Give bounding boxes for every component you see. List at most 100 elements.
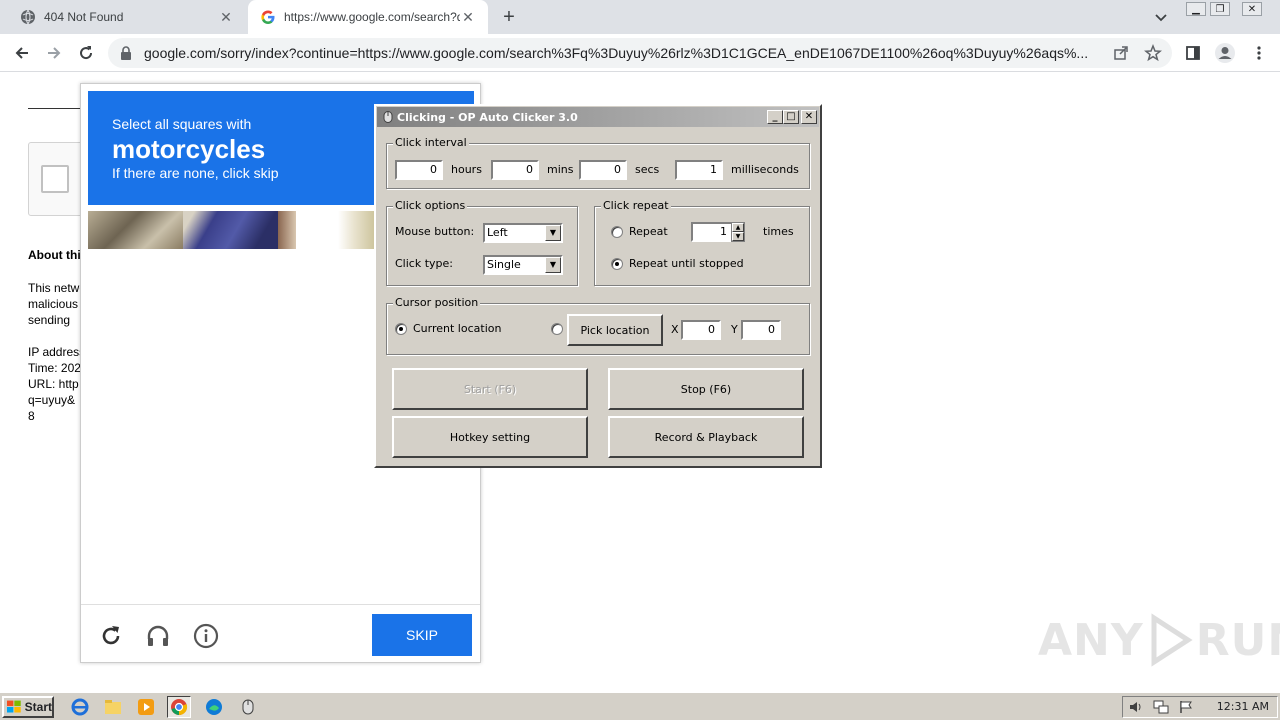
milliseconds-label: milliseconds — [731, 163, 799, 176]
mouse-button-select[interactable]: Left ▼ — [483, 223, 563, 243]
repeat-label: Repeat — [629, 225, 668, 238]
address-bar[interactable]: google.com/sorry/index?continue=https://… — [108, 38, 1172, 68]
minimize-icon[interactable]: ▁ — [1186, 2, 1206, 16]
repeat-until-stopped-radio[interactable] — [611, 258, 623, 270]
mouse-icon[interactable] — [236, 696, 260, 718]
edge-icon[interactable] — [202, 696, 226, 718]
click-options-group: Click options Mouse button: Left ▼ Click… — [386, 199, 578, 286]
close-icon[interactable]: ✕ — [218, 9, 234, 25]
close-icon[interactable]: ✕ — [460, 9, 476, 25]
sorry-text-line: 8 — [28, 409, 35, 423]
reload-icon[interactable] — [73, 40, 99, 66]
refresh-icon[interactable] — [97, 622, 125, 650]
windows-logo-icon — [7, 700, 21, 713]
hotkey-setting-button[interactable]: Hotkey setting — [392, 416, 588, 458]
windows-taskbar: Start 12:31 AM — [0, 692, 1280, 720]
y-coordinate-input[interactable]: 0 — [741, 320, 781, 340]
click-type-label: Click type: — [395, 257, 453, 270]
group-label: Click options — [393, 199, 468, 212]
about-heading: About this page — [28, 248, 80, 262]
sorry-text-line: This network — [28, 281, 80, 295]
window-close-icon[interactable]: ✕ — [1242, 2, 1262, 16]
hours-input[interactable]: 0 — [395, 160, 443, 180]
mins-input[interactable]: 0 — [491, 160, 539, 180]
tab-label: 404 Not Found — [44, 10, 124, 24]
volume-icon[interactable] — [1129, 700, 1143, 717]
sorry-text-line: malicious — [28, 297, 79, 311]
system-tray: 12:31 AM — [1122, 696, 1278, 718]
stop-button[interactable]: Stop (F6) — [608, 368, 804, 410]
watermark-text: ANY — [1038, 614, 1144, 666]
mins-label: mins — [547, 163, 574, 176]
click-interval-group: Click interval 0 hours 0 mins 0 secs 1 m… — [386, 136, 810, 189]
repeat-radio[interactable] — [611, 226, 623, 238]
recaptcha-checkbox-widget[interactable] — [28, 142, 88, 216]
start-button[interactable]: Start — [2, 696, 54, 718]
tab-google-search[interactable]: https://www.google.com/search?q= ✕ — [248, 0, 488, 34]
current-location-radio[interactable] — [395, 323, 407, 335]
challenge-tile[interactable] — [296, 211, 338, 249]
sidepanel-icon[interactable] — [1182, 42, 1204, 64]
share-icon[interactable] — [1112, 44, 1130, 62]
info-icon[interactable] — [192, 622, 220, 650]
pick-location-button[interactable]: Pick location — [567, 314, 663, 346]
maximize-icon[interactable]: □ — [783, 110, 799, 124]
group-label: Cursor position — [393, 296, 481, 309]
menu-icon[interactable] — [1248, 42, 1270, 64]
browser-toolbar: google.com/sorry/index?continue=https://… — [0, 34, 1280, 72]
record-playback-button[interactable]: Record & Playback — [608, 416, 804, 458]
media-player-icon[interactable] — [134, 696, 158, 718]
browser-tabstrip: 404 Not Found ✕ https://www.google.com/s… — [0, 0, 1280, 34]
minimize-icon[interactable]: _ — [767, 110, 783, 124]
challenge-tile[interactable] — [278, 211, 296, 249]
milliseconds-input[interactable]: 1 — [675, 160, 723, 180]
watermark-text: RUN — [1195, 614, 1280, 666]
chrome-icon[interactable] — [167, 696, 191, 718]
profile-icon[interactable] — [1214, 42, 1236, 64]
skip-button[interactable]: SKIP — [372, 614, 472, 656]
click-type-select[interactable]: Single ▼ — [483, 255, 563, 275]
repeat-count-input[interactable]: 1 — [691, 222, 733, 242]
network-icon[interactable] — [1153, 700, 1169, 717]
flag-icon[interactable] — [1179, 700, 1193, 717]
window-title: Clicking - OP Auto Clicker 3.0 — [397, 110, 578, 124]
headphones-icon[interactable] — [144, 622, 172, 650]
tab-label: https://www.google.com/search?q= — [284, 10, 460, 24]
stepper-down-icon[interactable]: ▼ — [732, 232, 744, 241]
click-repeat-group: Click repeat Repeat 1 ▲ ▼ times Repeat u… — [594, 199, 810, 286]
chevron-down-icon[interactable] — [1152, 8, 1170, 26]
auto-clicker-window: Clicking - OP Auto Clicker 3.0 _ □ ✕ Cli… — [374, 104, 822, 468]
mouse-button-label: Mouse button: — [395, 225, 475, 238]
repeat-count-stepper[interactable]: ▲ ▼ — [731, 222, 745, 242]
back-icon[interactable] — [9, 40, 35, 66]
new-tab-button[interactable]: + — [498, 6, 520, 28]
tab-404-not-found[interactable]: 404 Not Found ✕ — [8, 0, 246, 34]
anyrun-watermark: ANY RUN — [1038, 612, 1280, 668]
x-coordinate-input[interactable]: 0 — [681, 320, 721, 340]
chevron-down-icon[interactable]: ▼ — [545, 225, 561, 241]
challenge-tile[interactable] — [338, 211, 378, 249]
mouse-button-value: Left — [487, 226, 508, 239]
window-titlebar[interactable]: Clicking - OP Auto Clicker 3.0 _ □ ✕ — [377, 107, 819, 127]
explorer-icon[interactable] — [101, 696, 125, 718]
ie-icon[interactable] — [68, 696, 92, 718]
recaptcha-checkbox[interactable] — [41, 165, 69, 193]
lock-icon[interactable] — [118, 45, 134, 61]
forward-icon[interactable] — [41, 40, 67, 66]
stepper-up-icon[interactable]: ▲ — [732, 223, 744, 232]
group-label: Click repeat — [601, 199, 671, 212]
pick-location-radio[interactable] — [551, 323, 563, 335]
mouse-icon — [383, 111, 393, 123]
y-label: Y — [731, 323, 738, 336]
secs-input[interactable]: 0 — [579, 160, 627, 180]
click-type-value: Single — [487, 258, 521, 271]
current-location-label: Current location — [413, 322, 502, 335]
challenge-tile[interactable] — [88, 211, 183, 249]
challenge-tiles — [88, 211, 378, 249]
start-button[interactable]: Start (F6) — [392, 368, 588, 410]
challenge-tile[interactable] — [183, 211, 278, 249]
chevron-down-icon[interactable]: ▼ — [545, 257, 561, 273]
close-icon[interactable]: ✕ — [801, 110, 817, 124]
star-icon[interactable] — [1144, 43, 1162, 62]
restore-icon[interactable]: ❐ — [1210, 2, 1230, 16]
